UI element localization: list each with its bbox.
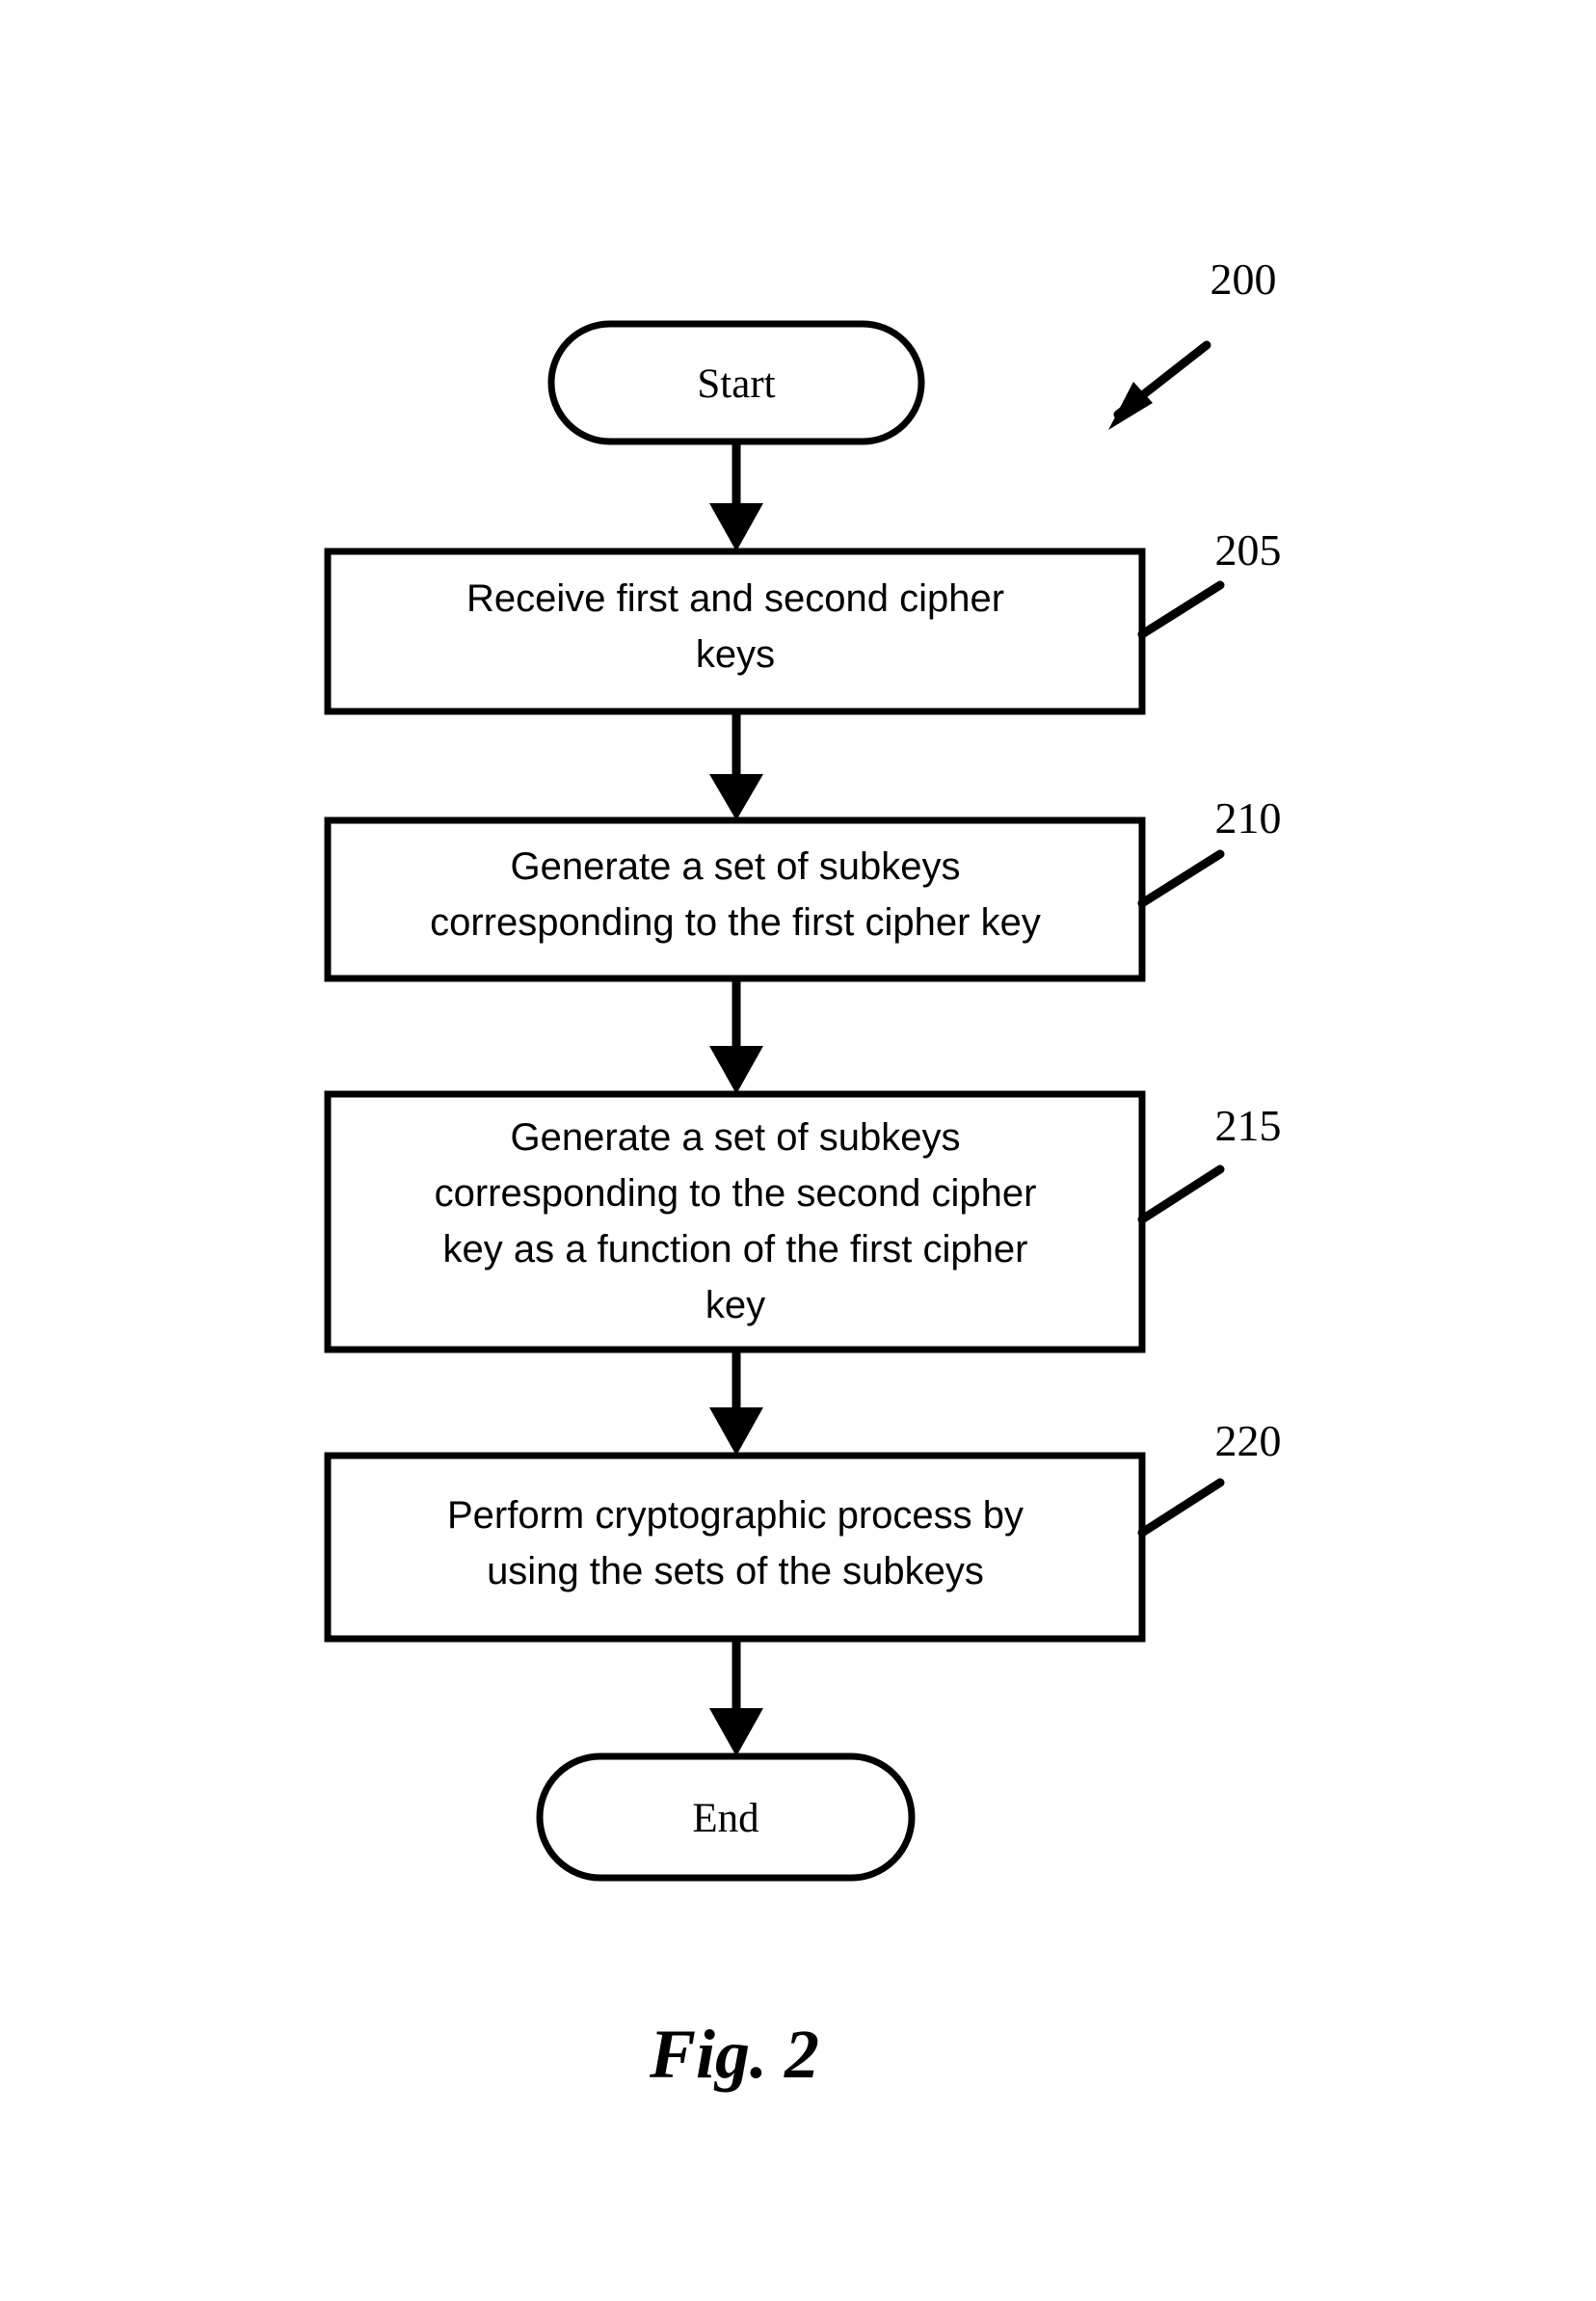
step-220-shape xyxy=(324,1452,1146,1643)
reference-numeral-220: 220 xyxy=(1215,1416,1282,1465)
reference-numeral-215: 215 xyxy=(1215,1101,1282,1150)
node-step-205: Receive first and second cipher keys xyxy=(324,548,1146,715)
edge-220-to-end xyxy=(709,1639,763,1756)
step-220-label-line-2: using the sets of the subkeys xyxy=(487,1550,984,1592)
step-210-shape xyxy=(324,816,1146,982)
step-205-shape xyxy=(324,548,1146,715)
patent-figure-page: 200 Start Receive first and second ciphe… xyxy=(0,0,1596,2301)
node-step-220: Perform cryptographic process by using t… xyxy=(324,1452,1146,1643)
edge-205-to-210 xyxy=(709,711,763,820)
node-step-210: Generate a set of subkeys corresponding … xyxy=(324,816,1146,982)
edge-start-to-205 xyxy=(709,441,763,551)
step-215-label-line-2: corresponding to the second cipher xyxy=(435,1172,1037,1215)
node-start: Start xyxy=(547,320,925,445)
edge-215-to-220 xyxy=(709,1350,763,1456)
leader-215: 215 xyxy=(1137,1101,1282,1224)
step-215-label-line-3: key as a function of the first cipher xyxy=(443,1228,1028,1271)
leader-205: 205 xyxy=(1137,525,1282,639)
step-215-label-line-1: Generate a set of subkeys xyxy=(511,1116,961,1159)
reference-numeral-210: 210 xyxy=(1215,793,1282,843)
step-220-label-line-1: Perform cryptographic process by xyxy=(447,1494,1024,1537)
end-terminator-label: End xyxy=(692,1796,758,1841)
leader-220: 220 xyxy=(1137,1416,1282,1538)
figure-caption: Fig. 2 xyxy=(649,2016,819,2093)
figure-pointer-arrow xyxy=(1108,340,1211,430)
step-215-label-line-4: key xyxy=(705,1284,765,1326)
reference-numeral-205: 205 xyxy=(1215,525,1282,575)
node-step-215: Generate a set of subkeys corresponding … xyxy=(324,1090,1146,1353)
edge-210-to-215 xyxy=(709,978,763,1094)
step-205-label-line-2: keys xyxy=(696,633,775,676)
reference-numeral-200: 200 xyxy=(1210,254,1277,304)
flowchart-figure: 200 Start Receive first and second ciphe… xyxy=(324,254,1282,2093)
node-end: End xyxy=(536,1753,916,1882)
step-205-label-line-1: Receive first and second cipher xyxy=(466,577,1004,620)
start-terminator-label: Start xyxy=(697,361,775,407)
step-210-label-line-1: Generate a set of subkeys xyxy=(511,845,961,888)
leader-210: 210 xyxy=(1137,793,1282,908)
step-210-label-line-2: corresponding to the first cipher key xyxy=(430,901,1041,944)
